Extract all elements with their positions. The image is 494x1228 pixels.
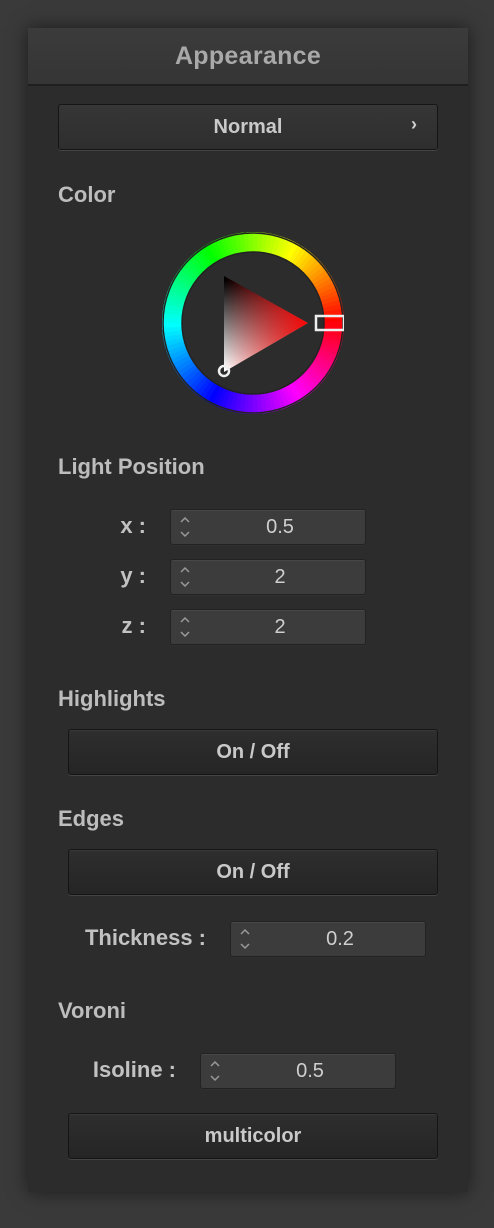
stepper-arrows-icon[interactable] bbox=[237, 925, 253, 953]
light-z-stepper[interactable]: 2 bbox=[170, 609, 366, 645]
edges-section-label: Edges bbox=[58, 806, 125, 831]
light-x-value[interactable]: 0.5 bbox=[195, 510, 365, 544]
thickness-label: Thickness : bbox=[84, 925, 206, 950]
stepper-arrows-icon[interactable] bbox=[177, 513, 193, 541]
voronoi-mode-button[interactable]: multicolor bbox=[68, 1113, 438, 1159]
highlights-toggle-label: On / Off bbox=[216, 740, 290, 763]
chevron-right-icon: › bbox=[411, 114, 417, 134]
stepper-arrows-icon[interactable] bbox=[177, 613, 193, 641]
panel-title: Appearance bbox=[28, 28, 468, 86]
stepper-arrows-icon[interactable] bbox=[207, 1057, 223, 1085]
isoline-stepper[interactable]: 0.5 bbox=[200, 1053, 396, 1089]
color-section-label: Color bbox=[58, 182, 116, 207]
render-mode-label: Normal bbox=[213, 115, 283, 138]
edges-toggle-button[interactable]: On / Off bbox=[68, 849, 438, 895]
light-z-value[interactable]: 2 bbox=[195, 610, 365, 644]
thickness-stepper[interactable]: 0.2 bbox=[230, 921, 426, 957]
highlights-section-label: Highlights bbox=[58, 686, 166, 711]
light-y-stepper[interactable]: 2 bbox=[170, 559, 366, 595]
highlights-toggle-button[interactable]: On / Off bbox=[68, 729, 438, 775]
edges-toggle-label: On / Off bbox=[216, 860, 290, 883]
light-x-stepper[interactable]: 0.5 bbox=[170, 509, 366, 545]
stepper-arrows-icon[interactable] bbox=[177, 563, 193, 591]
voronoi-mode-label: multicolor bbox=[204, 1124, 302, 1147]
isoline-value[interactable]: 0.5 bbox=[225, 1054, 395, 1088]
color-wheel-icon bbox=[161, 232, 346, 414]
isoline-label: Isoline : bbox=[92, 1057, 176, 1082]
thickness-value[interactable]: 0.2 bbox=[255, 922, 425, 956]
light-position-section-label: Light Position bbox=[58, 454, 205, 479]
light-x-label: x : bbox=[120, 513, 146, 538]
light-z-label: z : bbox=[121, 613, 146, 638]
light-y-label: y : bbox=[120, 563, 146, 588]
render-mode-button[interactable]: Normal › bbox=[58, 104, 438, 150]
voronoi-section-label: Voroni bbox=[58, 998, 127, 1023]
light-y-value[interactable]: 2 bbox=[195, 560, 365, 594]
color-wheel-picker[interactable] bbox=[161, 232, 346, 414]
appearance-panel: Appearance Normal › Color Light Position… bbox=[28, 28, 468, 1192]
